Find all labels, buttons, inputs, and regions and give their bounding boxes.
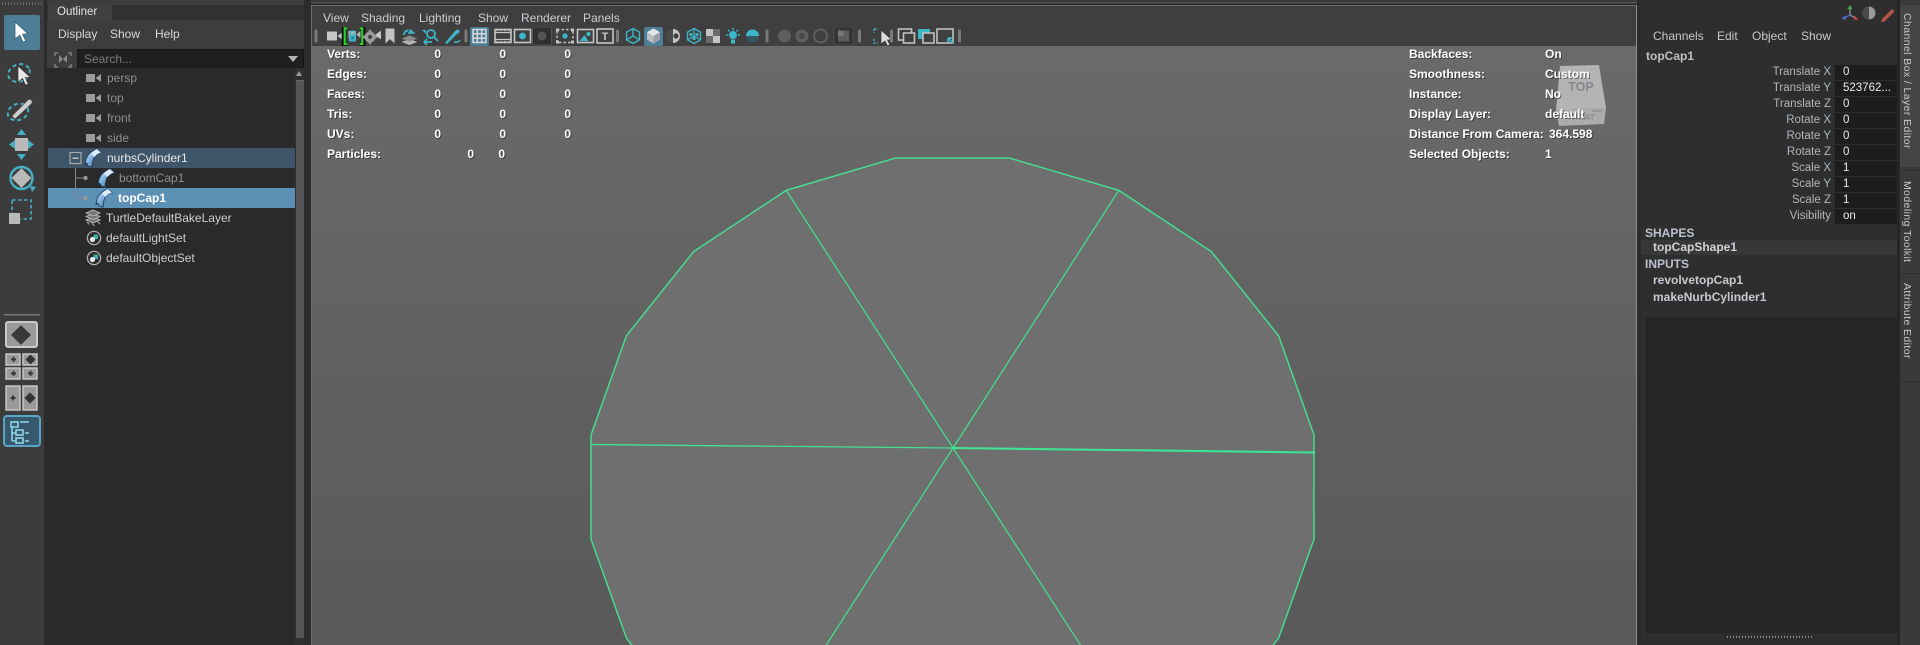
svg-text:TOP: TOP xyxy=(1568,80,1593,94)
svg-text:T: T xyxy=(602,31,609,43)
